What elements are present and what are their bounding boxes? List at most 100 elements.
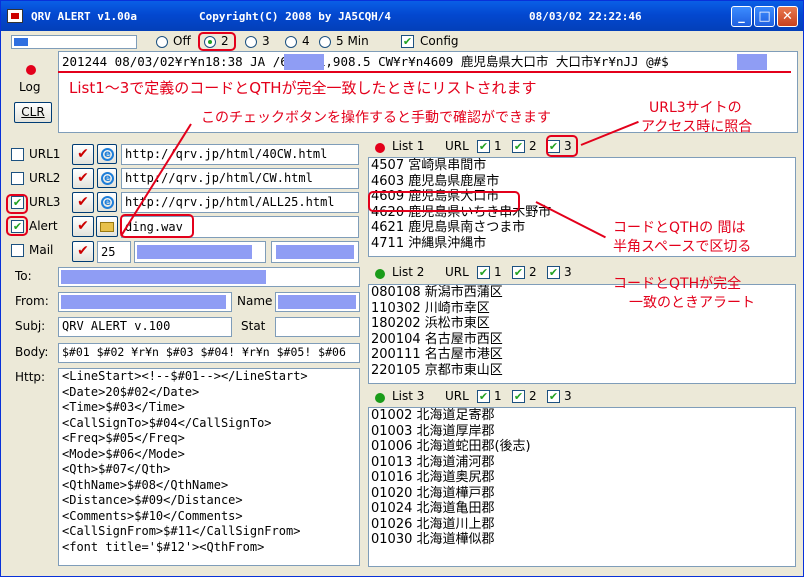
interval-label-4: 5 Min [336, 34, 369, 48]
list3-listbox[interactable]: 01002 北海道足寄郡 01003 北海道厚岸郡 01006 北海道蛇田郡(後志)… [368, 407, 796, 567]
list-item[interactable]: 200111 名古屋市港区 [371, 347, 795, 363]
interval-radio-4[interactable] [319, 36, 331, 48]
list1-url1-checkbox[interactable]: ✔ [477, 140, 490, 153]
app-icon [7, 9, 23, 23]
interval-label-3: 4 [302, 34, 310, 48]
from-input[interactable] [58, 292, 232, 312]
list3-url3-checkbox[interactable]: ✔ [547, 390, 560, 403]
list-item[interactable]: 200104 名古屋市西区 [371, 332, 795, 348]
body-input[interactable]: $#01 $#02 ¥r¥n $#03 $#04! ¥r¥n $#05! $#0… [58, 343, 360, 363]
list2-url2-checkbox[interactable]: ✔ [512, 266, 525, 279]
minimize-icon: _ [738, 9, 745, 24]
mail-label: Mail [29, 243, 54, 257]
smtp-password-input[interactable] [271, 241, 359, 263]
http-line: <Date>20$#02</Date> [62, 384, 200, 399]
http-template-textarea[interactable]: <LineStart><!--$#01--></LineStart> <Date>… [58, 368, 360, 566]
annotation-separator-line2: 半角スペースで区切る [613, 239, 752, 255]
list3-url3-label: 3 [564, 389, 572, 403]
to-input[interactable] [58, 267, 360, 287]
list-item[interactable]: 01024 北海道亀田郡 [371, 501, 795, 517]
url1-browser-button[interactable]: e [97, 144, 117, 164]
list-item[interactable]: 01013 北海道浦河郡 [371, 455, 795, 471]
browser-icon: e [101, 196, 114, 209]
folder-icon [100, 222, 114, 232]
http-line: <Distance>$#09</Distance> [62, 493, 243, 507]
subj-input[interactable]: QRV ALERT v.100 [58, 317, 232, 337]
url3-input[interactable]: http://qrv.jp/html/ALL25.html [121, 192, 359, 213]
subj-label: Subj: [15, 319, 46, 333]
alert-test-button[interactable]: ✔ [72, 216, 94, 237]
maximize-icon: □ [758, 9, 771, 24]
list-item[interactable]: 180202 浜松市東区 [371, 316, 795, 332]
mail-port-input[interactable]: 25 [97, 241, 131, 263]
list-item[interactable]: 4507 宮崎県串間市 [371, 158, 795, 174]
highlight-list1-item [368, 191, 520, 212]
annotation-manual-check: このチェックボタンを操作すると手動で確認ができます [201, 110, 551, 126]
list2-title: List 2 [392, 265, 425, 279]
list-item[interactable]: 01003 北海道厚岸郡 [371, 424, 795, 440]
log-label: Log [19, 80, 41, 94]
open-folder-button[interactable] [96, 216, 118, 237]
list-item[interactable]: 220105 京都市東山区 [371, 363, 795, 379]
url2-browser-button[interactable]: e [97, 168, 117, 188]
list-item[interactable]: 01016 北海道奥尻郡 [371, 470, 795, 486]
from-label: From: [15, 294, 49, 308]
list3-url1-checkbox[interactable]: ✔ [477, 390, 490, 403]
list-item[interactable]: 01002 北海道足寄郡 [371, 408, 795, 424]
interval-radio-3[interactable] [285, 36, 297, 48]
http-line: <Comments>$#10</Comments> [62, 508, 243, 523]
list1-url2-checkbox[interactable]: ✔ [512, 140, 525, 153]
minimize-button[interactable]: _ [731, 6, 752, 27]
interval-radio-0[interactable] [156, 36, 168, 48]
list2-url1-label: 1 [494, 265, 502, 279]
url2-label: URL2 [29, 171, 61, 185]
list2-url3-checkbox[interactable]: ✔ [547, 266, 560, 279]
clr-button[interactable]: CLR [14, 102, 52, 123]
clock-text: 08/03/02 22:22:46 [529, 10, 642, 23]
maximize-button[interactable]: □ [754, 6, 775, 27]
http-line: <font title='$#12'><QthFrom> [62, 539, 265, 554]
url1-input[interactable]: http://qrv.jp/html/40CW.html [121, 144, 359, 165]
annotation-url3-line2: アクセス時に照合 [641, 119, 753, 135]
interval-label-0: Off [173, 34, 191, 48]
list3-url-label: URL [445, 389, 469, 403]
config-label: Config [420, 34, 459, 48]
highlight-interval-2 [198, 32, 236, 51]
url3-check-button[interactable]: ✔ [72, 192, 94, 213]
annotation-alert-line1: コードとQTHが完全 [613, 276, 742, 292]
list-item[interactable]: 01006 北海道蛇田郡(後志) [371, 439, 795, 455]
stat-label: Stat [241, 319, 266, 333]
stat-input[interactable] [275, 317, 360, 337]
list3-url2-label: 2 [529, 389, 537, 403]
copyright-text: Copyright(C) 2008 by JA5CQH/4 [199, 10, 392, 23]
list-item[interactable]: 01026 北海道川上郡 [371, 517, 795, 533]
http-line: <CallSignTo>$#04</CallSignTo> [62, 415, 272, 430]
config-checkbox[interactable]: ✔ [401, 35, 414, 48]
interval-radio-2[interactable] [245, 36, 257, 48]
url2-check-button[interactable]: ✔ [72, 168, 94, 189]
url1-checkbox[interactable] [11, 148, 24, 161]
close-button[interactable]: ✕ [777, 6, 798, 27]
title-bar[interactable]: QRV ALERT v1.00a Copyright(C) 2008 by JA… [1, 1, 803, 31]
list3-url2-checkbox[interactable]: ✔ [512, 390, 525, 403]
mail-checkbox[interactable] [11, 244, 24, 257]
list-item[interactable]: 01030 北海道樺似郡 [371, 532, 795, 548]
list3-url1-label: 1 [494, 389, 502, 403]
mail-test-button[interactable]: ✔ [72, 241, 94, 262]
log-underline [58, 71, 791, 73]
body-label: Body: [15, 345, 49, 359]
list3-title: List 3 [392, 389, 425, 403]
list1-url-label: URL [445, 139, 469, 153]
http-line: <Qth>$#07</Qth> [62, 462, 171, 476]
list1-url2-label: 2 [529, 139, 537, 153]
poll-progress-bar [11, 35, 137, 49]
name-label: Name [237, 294, 273, 308]
name-input[interactable] [275, 292, 360, 312]
list2-url1-checkbox[interactable]: ✔ [477, 266, 490, 279]
list-item[interactable]: 4603 鹿児島県鹿屋市 [371, 174, 795, 190]
smtp-server-input[interactable] [134, 241, 266, 263]
url3-browser-button[interactable]: e [97, 192, 117, 212]
url2-checkbox[interactable] [11, 172, 24, 185]
list-item[interactable]: 01020 北海道樺戸郡 [371, 486, 795, 502]
url1-check-button[interactable]: ✔ [72, 144, 94, 165]
